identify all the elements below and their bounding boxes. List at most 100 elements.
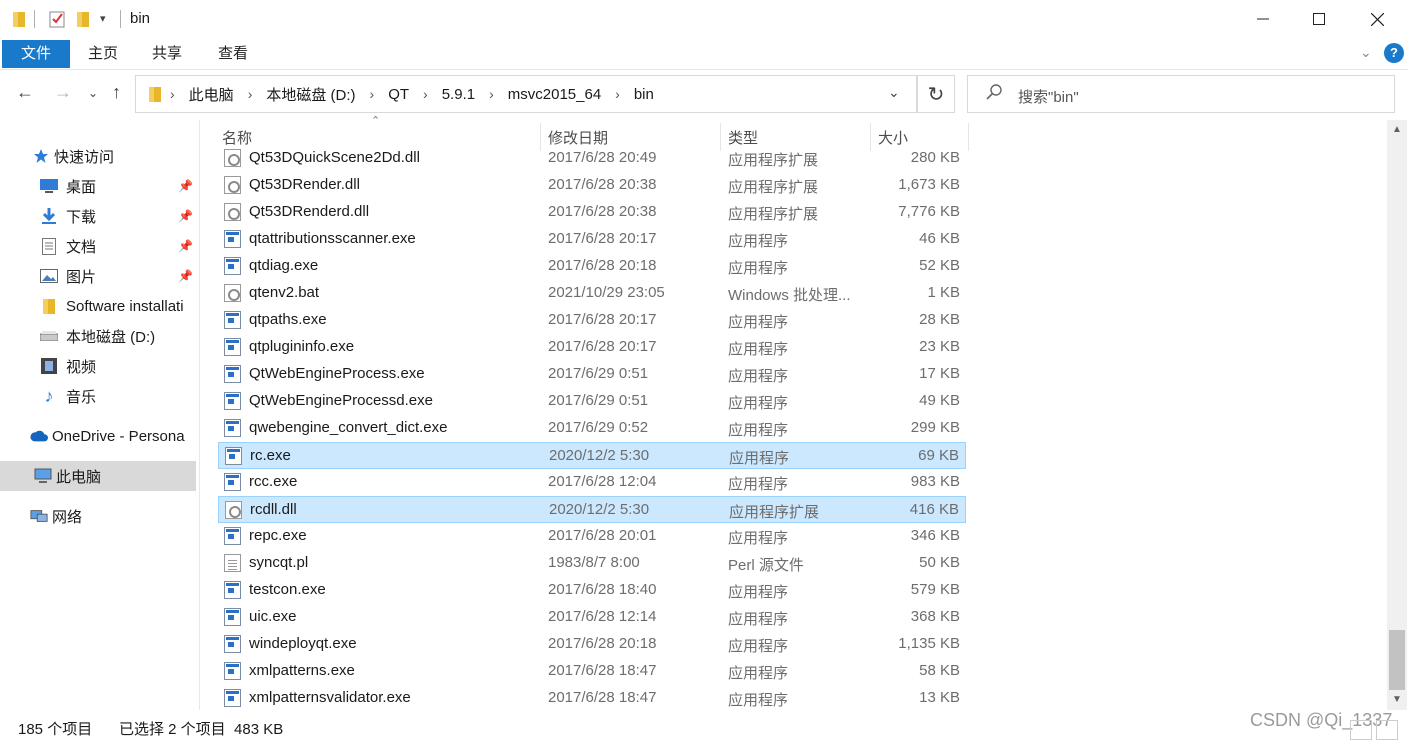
file-row[interactable]: uic.exe 2017/6/28 12:14 应用程序 368 KB xyxy=(218,604,966,631)
nav-item-network[interactable]: 网络 xyxy=(0,501,196,531)
nav-item-documents[interactable]: 文档 📌 xyxy=(0,231,196,261)
scrollbar-thumb[interactable] xyxy=(1389,630,1405,690)
file-row[interactable]: Qt53DRender.dll 2017/6/28 20:38 应用程序扩展 1,67… xyxy=(218,172,966,199)
pin-icon[interactable]: 📌 xyxy=(178,269,193,283)
file-row[interactable]: testcon.exe 2017/6/28 18:40 应用程序 579 KB xyxy=(218,577,966,604)
file-row[interactable]: qwebengine_convert_dict.exe 2017/6/29 0:5… xyxy=(218,415,966,442)
breadcrumb-qt[interactable]: QT xyxy=(388,86,409,103)
minimize-button[interactable] xyxy=(1240,0,1286,38)
nav-item-drive-d[interactable]: 本地磁盘 (D:) xyxy=(0,321,196,351)
chevron-right-icon[interactable]: › xyxy=(170,86,175,102)
file-row[interactable]: QtWebEngineProcess.exe 2017/6/29 0:51 应用程序… xyxy=(218,361,966,388)
file-row[interactable]: syncqt.pl 1983/8/7 8:00 Perl 源文件 50 KB xyxy=(218,550,966,577)
pin-icon[interactable]: 📌 xyxy=(178,179,193,193)
file-row[interactable]: qtenv2.bat 2021/10/29 23:05 Windows 批处理...… xyxy=(218,280,966,307)
breadcrumb-bin[interactable]: bin xyxy=(634,86,654,103)
navigation-pane: 快速访问 桌面 📌 下载 📌 文档 📌 图片 📌 Software instal… xyxy=(0,120,200,710)
nav-item-music[interactable]: ♪ 音乐 xyxy=(0,381,196,411)
file-row[interactable]: xmlpatterns.exe 2017/6/28 18:47 应用程序 58 KB xyxy=(218,658,966,685)
properties-icon[interactable] xyxy=(48,10,66,32)
file-type: 应用程序扩展 xyxy=(729,504,820,521)
pin-icon[interactable]: 📌 xyxy=(178,209,193,223)
file-date: 2017/6/29 0:51 xyxy=(548,365,649,382)
settings-file-icon xyxy=(224,284,241,302)
scroll-down-icon[interactable]: ▼ xyxy=(1392,694,1402,705)
application-file-icon xyxy=(224,392,241,410)
application-file-icon xyxy=(224,311,241,329)
nav-item-onedrive[interactable]: OneDrive - Persona xyxy=(0,421,196,451)
file-size: 69 KB xyxy=(918,447,959,464)
nav-item-downloads[interactable]: 下载 📌 xyxy=(0,201,196,231)
file-date: 2017/6/28 20:38 xyxy=(548,176,657,193)
file-name: windeployqt.exe xyxy=(249,635,357,652)
search-input[interactable]: 搜索"bin" xyxy=(1018,86,1079,107)
file-row[interactable]: rcdll.dll 2020/12/2 5:30 应用程序扩展 416 KB xyxy=(218,496,966,523)
recent-locations-icon[interactable]: ⌄ xyxy=(88,86,98,100)
back-button[interactable]: ← xyxy=(16,82,34,103)
breadcrumb-version[interactable]: 5.9.1 xyxy=(442,86,475,103)
nav-quick-access[interactable]: 快速访问 xyxy=(0,141,196,171)
breadcrumb-this-pc[interactable]: 此电脑 xyxy=(189,84,234,105)
details-view-button[interactable] xyxy=(1350,720,1372,740)
tab-home[interactable]: 主页 xyxy=(78,40,128,68)
large-icons-view-button[interactable] xyxy=(1376,720,1398,740)
file-type: 应用程序 xyxy=(728,233,789,250)
nav-item-desktop[interactable]: 桌面 📌 xyxy=(0,171,196,201)
forward-button[interactable]: → xyxy=(54,82,72,103)
up-button[interactable]: ↑ xyxy=(112,82,121,103)
file-size: 368 KB xyxy=(910,608,960,625)
file-row[interactable]: repc.exe 2017/6/28 20:01 应用程序 346 KB xyxy=(218,523,966,550)
chevron-right-icon[interactable]: › xyxy=(489,86,494,102)
file-row[interactable]: rc.exe 2020/12/2 5:30 应用程序 69 KB xyxy=(218,442,966,469)
chevron-right-icon[interactable]: › xyxy=(248,86,253,102)
expand-ribbon-icon[interactable]: ⌄ xyxy=(1360,44,1372,61)
breadcrumb-drive-d[interactable]: 本地磁盘 (D:) xyxy=(266,84,355,105)
nav-item-this-pc[interactable]: 此电脑 xyxy=(0,461,196,491)
close-button[interactable] xyxy=(1354,0,1400,38)
nav-label: 视频 xyxy=(66,358,97,376)
scroll-up-icon[interactable]: ▲ xyxy=(1392,124,1402,135)
maximize-button[interactable] xyxy=(1296,0,1342,38)
tab-file[interactable]: 文件 xyxy=(2,40,70,68)
search-box[interactable]: 搜索"bin" xyxy=(967,75,1395,113)
help-icon[interactable]: ? xyxy=(1384,43,1404,63)
breadcrumb-msvc[interactable]: msvc2015_64 xyxy=(508,86,601,103)
refresh-button[interactable]: ↻ xyxy=(917,75,955,113)
address-bar[interactable]: › 此电脑 › 本地磁盘 (D:) › QT › 5.9.1 › msvc201… xyxy=(135,75,917,113)
file-name: xmlpatterns.exe xyxy=(249,662,355,679)
chevron-right-icon[interactable]: › xyxy=(423,86,428,102)
file-row[interactable]: qtplugininfo.exe 2017/6/28 20:17 应用程序 23 KB xyxy=(218,334,966,361)
chevron-right-icon[interactable]: › xyxy=(615,86,620,102)
file-size: 579 KB xyxy=(910,581,960,598)
customize-toolbar-icon[interactable]: ▾ xyxy=(100,12,106,25)
file-size: 416 KB xyxy=(909,501,959,518)
file-row[interactable]: rcc.exe 2017/6/28 12:04 应用程序 983 KB xyxy=(218,469,966,496)
tab-view[interactable]: 查看 xyxy=(208,40,258,68)
new-folder-icon[interactable] xyxy=(76,10,90,32)
nav-item-videos[interactable]: 视频 xyxy=(0,351,196,381)
file-row[interactable]: Qt53DRenderd.dll 2017/6/28 20:38 应用程序扩展 7,7… xyxy=(218,199,966,226)
file-row[interactable]: qtdiag.exe 2017/6/28 20:18 应用程序 52 KB xyxy=(218,253,966,280)
application-file-icon xyxy=(224,608,241,626)
chevron-right-icon[interactable]: › xyxy=(370,86,375,102)
folder-icon xyxy=(40,297,58,315)
document-icon xyxy=(40,237,58,255)
file-date: 2020/12/2 5:30 xyxy=(549,501,650,518)
vertical-scrollbar[interactable] xyxy=(1387,120,1407,710)
file-row[interactable]: qtpaths.exe 2017/6/28 20:17 应用程序 28 KB xyxy=(218,307,966,334)
file-type: Windows 批处理... xyxy=(728,287,851,304)
tab-share[interactable]: 共享 xyxy=(142,40,192,68)
file-row[interactable]: Qt53DQuickScene2Dd.dll 2017/6/28 20:49 应用程… xyxy=(218,145,966,172)
file-row[interactable]: QtWebEngineProcessd.exe 2017/6/29 0:51 应用程… xyxy=(218,388,966,415)
column-divider[interactable] xyxy=(968,123,969,151)
nav-item-pictures[interactable]: 图片 📌 xyxy=(0,261,196,291)
file-row[interactable]: xmlpatternsvalidator.exe 2017/6/28 18:47 应… xyxy=(218,685,966,712)
address-dropdown-icon[interactable]: ⌄ xyxy=(888,84,900,101)
file-row[interactable]: qtattributionsscanner.exe 2017/6/28 20:17… xyxy=(218,226,966,253)
file-row[interactable]: windeployqt.exe 2017/6/28 20:18 应用程序 1,135 … xyxy=(218,631,966,658)
nav-item-software-installation[interactable]: Software installati xyxy=(0,291,196,321)
desktop-icon xyxy=(40,177,58,195)
pin-icon[interactable]: 📌 xyxy=(178,239,193,253)
file-name: xmlpatternsvalidator.exe xyxy=(249,689,411,706)
cloud-icon xyxy=(30,427,48,445)
